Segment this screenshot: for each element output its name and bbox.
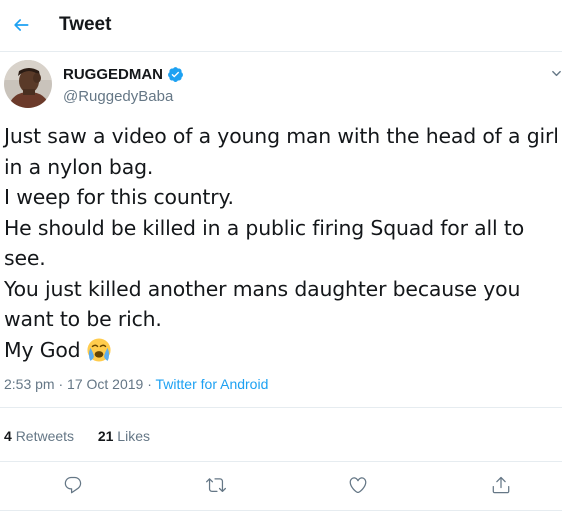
like-button[interactable] <box>347 474 369 496</box>
avatar-image <box>4 60 52 108</box>
share-icon <box>492 476 510 494</box>
tweet-line: I weep for this country. <box>4 185 234 209</box>
header-bar: Tweet <box>0 0 562 52</box>
tweet-source-link[interactable]: Twitter for Android <box>156 376 269 392</box>
author-name-text: RUGGEDMAN <box>63 66 163 83</box>
retweets-label: Retweets <box>15 428 75 444</box>
share-button[interactable] <box>490 474 512 496</box>
tweet-time[interactable]: 2:53 pm <box>4 376 55 392</box>
reply-icon <box>64 476 82 494</box>
retweets-count: 4 <box>4 428 12 444</box>
tweet-line-text: My God <box>4 337 81 362</box>
likes-label: Likes <box>117 428 150 444</box>
chevron-down-icon[interactable] <box>551 68 562 79</box>
divider <box>0 461 562 462</box>
author-name[interactable]: RUGGEDMAN <box>63 66 184 83</box>
arrow-left-icon <box>14 19 29 31</box>
reply-button[interactable] <box>62 474 84 496</box>
tweet-line: Just saw a video of a young man with the… <box>4 124 559 148</box>
tweet-line-last: My God <box>4 335 560 366</box>
tweet-line: He should be killed in a public firing S… <box>4 215 525 240</box>
retweet-button[interactable] <box>205 474 227 496</box>
divider <box>0 510 562 511</box>
tweet-stats: 4 Retweets 21 Likes <box>4 428 150 444</box>
author-handle[interactable]: @RuggedyBaba <box>63 88 173 105</box>
likes-stat[interactable]: 21 Likes <box>98 428 150 444</box>
tweet-line: see. <box>4 246 46 270</box>
likes-count: 21 <box>97 428 114 444</box>
page-title: Tweet <box>59 14 112 35</box>
avatar[interactable] <box>4 60 52 108</box>
back-button[interactable] <box>6 10 36 40</box>
loudly-crying-face-emoji <box>87 337 112 362</box>
tweet-meta: 2:53 pm · 17 Oct 2019 · Twitter for Andr… <box>4 376 268 392</box>
retweet-icon <box>206 478 226 493</box>
verified-badge-icon <box>168 67 183 82</box>
meta-separator: · <box>147 376 152 392</box>
tweet-line: in a nylon bag. <box>4 154 154 179</box>
tweet-page: Tweet RUGGEDMAN @RuggedyBaba Just saw a … <box>0 0 562 521</box>
meta-separator: · <box>58 376 64 392</box>
tweet-line: You just killed another mans daughter be… <box>4 276 521 301</box>
heart-icon <box>349 477 367 494</box>
divider <box>0 407 562 408</box>
tweet-text: Just saw a video of a young man with the… <box>4 121 560 365</box>
tweet-date[interactable]: 17 Oct 2019 <box>67 376 143 392</box>
tweet-line: want to be rich. <box>4 307 162 331</box>
retweets-stat[interactable]: 4 Retweets <box>4 428 74 444</box>
